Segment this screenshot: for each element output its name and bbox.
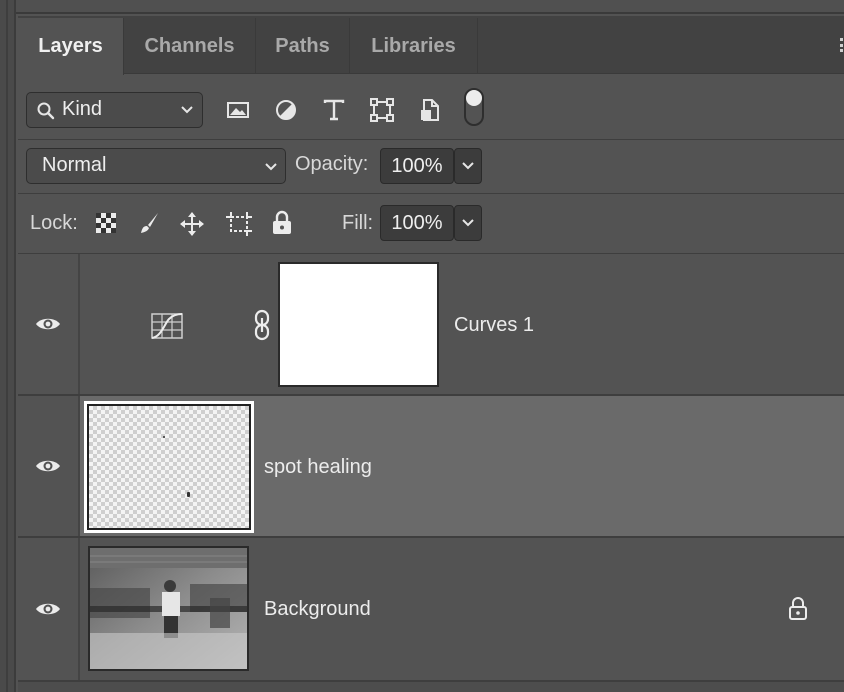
layer-lock-icon: [786, 596, 810, 622]
layers-panel: Layers Channels Paths Libraries Kind Nor…: [18, 14, 844, 692]
layer-name[interactable]: Curves 1: [454, 314, 534, 337]
image-filter-icon[interactable]: [224, 96, 252, 124]
opacity-input[interactable]: 100%: [380, 148, 454, 184]
fill-label: Fill:: [342, 212, 374, 234]
tab-libraries-label: Libraries: [371, 34, 456, 57]
blend-row: Normal Opacity: 100%: [18, 140, 844, 194]
visibility-toggle[interactable]: [18, 254, 80, 394]
panel-tab-bar: Layers Channels Paths Libraries: [18, 16, 844, 75]
lock-artboard-icon[interactable]: [224, 210, 254, 238]
filter-row: Kind: [18, 74, 844, 140]
opacity-dropdown-button[interactable]: [454, 148, 482, 184]
eye-icon: [36, 460, 60, 472]
eye-icon: [36, 318, 60, 330]
lock-transparent-pixels-icon[interactable]: [94, 211, 118, 235]
layer-row-curves[interactable]: Curves 1: [18, 254, 844, 396]
mask-link-icon[interactable]: [252, 308, 272, 342]
left-panel-edge: [0, 0, 16, 692]
tab-layers[interactable]: Layers: [18, 18, 124, 75]
layer-name[interactable]: Background: [264, 598, 371, 621]
layer-row-background[interactable]: Background: [18, 538, 844, 682]
tab-paths[interactable]: Paths: [256, 18, 350, 74]
visibility-toggle[interactable]: [18, 538, 80, 680]
search-icon: [35, 100, 57, 122]
tab-paths-label: Paths: [275, 34, 330, 57]
tab-libraries[interactable]: Libraries: [350, 18, 478, 74]
lock-row: Lock: Fill: 100%: [18, 194, 844, 254]
layer-row-spot-healing[interactable]: spot healing: [18, 396, 844, 538]
chevron-down-icon: [179, 102, 195, 118]
visibility-toggle[interactable]: [18, 396, 80, 536]
shape-filter-icon[interactable]: [368, 96, 396, 124]
layer-mask-thumbnail[interactable]: [278, 262, 439, 387]
panel-bottom-edge: [18, 682, 844, 692]
panel-menu-icon[interactable]: [840, 38, 844, 52]
filter-kind-select[interactable]: Kind: [26, 92, 203, 128]
layer-thumbnail-frame[interactable]: [84, 401, 254, 533]
background-photo: [90, 548, 247, 669]
chevron-down-icon: [263, 159, 279, 175]
tab-layers-label: Layers: [38, 35, 103, 57]
eye-icon: [36, 603, 60, 615]
lock-image-pixels-icon[interactable]: [136, 210, 162, 236]
background-thumbnail[interactable]: [88, 546, 249, 671]
opacity-label: Opacity:: [295, 153, 369, 175]
tab-channels[interactable]: Channels: [124, 18, 256, 74]
lock-all-icon[interactable]: [270, 209, 294, 237]
curves-adjustment-icon: [150, 312, 184, 340]
healing-mark: [187, 492, 190, 497]
blend-mode-value: Normal: [42, 154, 107, 176]
chevron-down-icon: [462, 162, 474, 170]
filter-toggle-icon[interactable]: [464, 88, 484, 126]
healing-mark: [163, 436, 165, 438]
lock-label: Lock:: [30, 212, 78, 234]
adjustment-filter-icon[interactable]: [272, 96, 300, 124]
fill-input[interactable]: 100%: [380, 205, 454, 241]
tab-channels-label: Channels: [144, 34, 235, 57]
type-filter-icon[interactable]: [320, 96, 348, 124]
layer-thumbnail: [87, 404, 251, 530]
filter-kind-label: Kind: [62, 98, 103, 120]
top-panel-edge: [16, 0, 844, 14]
smart-object-filter-icon[interactable]: [416, 96, 444, 124]
blend-mode-select[interactable]: Normal: [26, 148, 286, 184]
layer-name[interactable]: spot healing: [264, 456, 372, 479]
lock-position-icon[interactable]: [178, 210, 206, 238]
fill-dropdown-button[interactable]: [454, 205, 482, 241]
chevron-down-icon: [462, 219, 474, 227]
